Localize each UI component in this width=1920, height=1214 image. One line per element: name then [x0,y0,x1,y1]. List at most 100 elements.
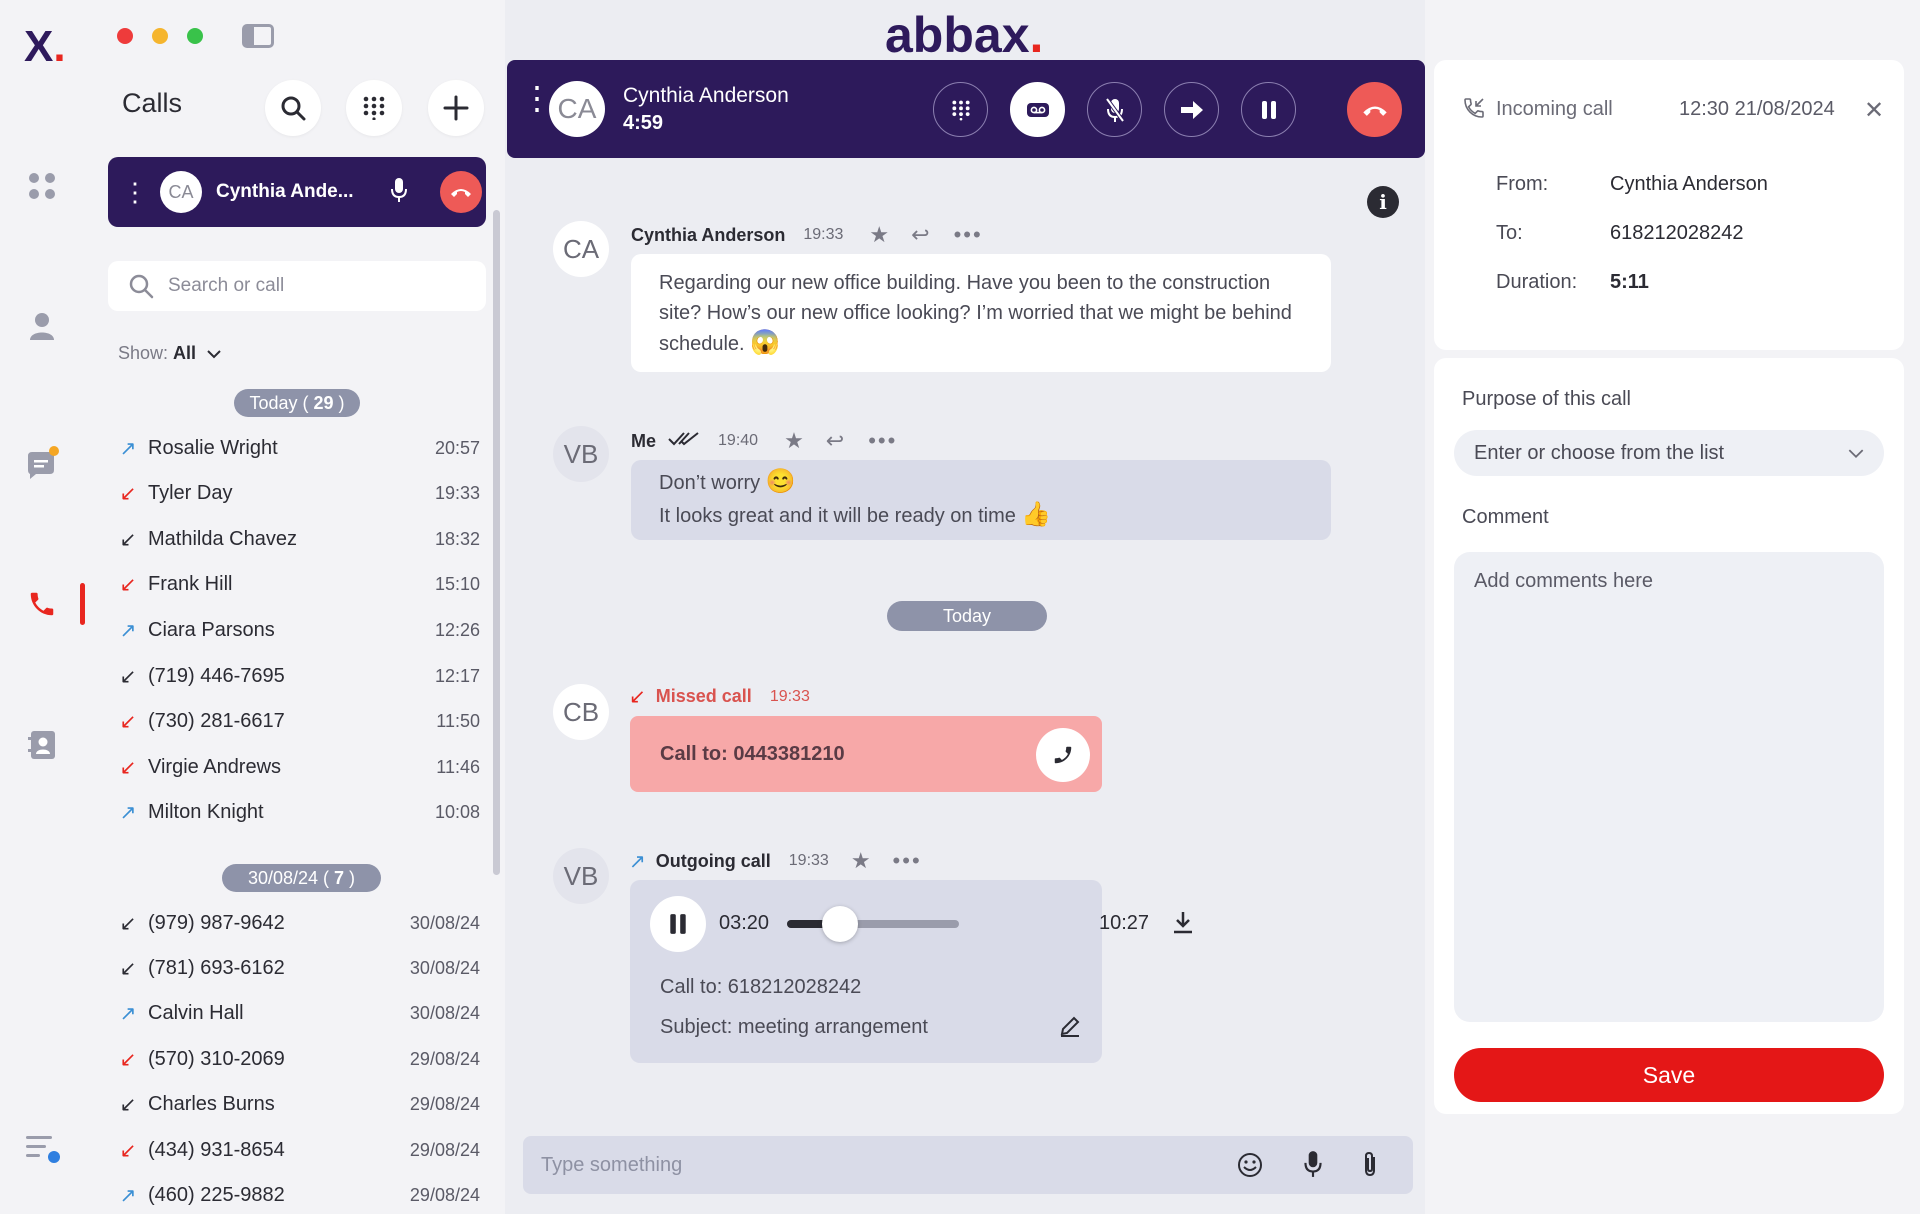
save-button[interactable]: Save [1454,1048,1884,1102]
duration-value: 5:11 [1610,271,1649,293]
call-list-item[interactable]: ↗ Rosalie Wright 20:57 [108,428,480,468]
message-header: Me 19:40 ★ ↩ ••• [631,428,897,454]
call-contact-name: (434) 931-8654 [148,1138,285,1161]
incoming-call-icon: ↙ [119,912,137,935]
kebab-menu-icon[interactable]: ⋮ [521,82,553,114]
message-input[interactable] [541,1153,1221,1177]
calls-scrollbar[interactable] [493,210,500,875]
call-contact-name: (730) 281-6617 [148,710,285,733]
sidebar-toggle-icon[interactable] [242,24,274,48]
call-list-item[interactable]: ↙ (730) 281-6617 11:50 [108,702,480,742]
missed-call-icon: ↙ [119,1139,137,1162]
star-icon[interactable]: ★ [869,222,889,248]
window-close-dot[interactable] [117,28,133,44]
microphone-icon[interactable] [390,177,408,208]
call-contact-name: (570) 310-2069 [148,1047,285,1070]
edit-icon[interactable] [1058,1014,1082,1043]
call-list-item[interactable]: ↗ (460) 225-9882 29/08/24 [108,1175,480,1214]
star-icon[interactable]: ★ [851,848,871,874]
keypad-button[interactable] [933,82,988,137]
microphone-icon[interactable] [1303,1150,1323,1183]
avatar: CA [553,221,609,277]
call-list-item[interactable]: ↙ Mathilda Chavez 18:32 [108,519,480,559]
phone-icon[interactable] [22,584,62,624]
day-divider: Today [887,601,1047,631]
thumbs-up-emoji: 👍 [1021,501,1052,528]
call-contact-name: (460) 225-9882 [148,1183,285,1206]
mute-button[interactable] [1087,82,1142,137]
playback-thumb[interactable] [822,906,859,942]
playback-slider[interactable] [787,906,959,942]
call-list-item[interactable]: ↗ Ciara Parsons 12:26 [108,610,480,650]
call-time: 11:46 [436,756,480,777]
hold-button[interactable] [1241,82,1296,137]
add-call-button[interactable] [428,80,484,136]
more-options-icon[interactable]: ••• [868,428,897,454]
apps-grid-icon[interactable] [22,166,62,206]
incoming-call-icon: ↙ [119,528,137,551]
scared-emoji: 😱 [750,329,781,356]
call-contact-name: (781) 693-6162 [148,956,285,979]
window-minimize-dot[interactable] [152,28,168,44]
call-list-item[interactable]: ↙ Frank Hill 15:10 [108,565,480,605]
outgoing-call-icon: ↗ [119,802,137,825]
more-options-icon[interactable]: ••• [893,848,922,874]
show-filter[interactable]: Show: All [118,343,221,364]
voicemail-icon [1026,102,1049,117]
search-input[interactable] [168,275,468,297]
contacts-book-icon[interactable] [22,725,62,765]
call-list-item[interactable]: ↙ (719) 446-7695 12:17 [108,656,480,696]
search-button[interactable] [265,80,321,136]
calls-title: Calls [122,88,183,118]
end-call-button[interactable] [1347,82,1402,137]
call-list-item[interactable]: ↗ Calvin Hall 30/08/24 [108,994,480,1034]
pause-button[interactable] [650,896,706,952]
hangup-icon [451,189,471,197]
kebab-menu-icon[interactable]: ⋮ [122,179,148,205]
voicemail-button[interactable] [1010,82,1065,137]
attachment-icon[interactable] [1361,1150,1379,1183]
search-icon [281,96,306,121]
close-icon[interactable]: ✕ [1864,96,1884,125]
call-list-item[interactable]: ↙ Charles Burns 29/08/24 [108,1085,480,1125]
chevron-down-icon [1848,442,1864,465]
call-list-item[interactable]: ↗ Milton Knight 10:08 [108,793,480,833]
avatar: VB [553,426,609,482]
call-list-item[interactable]: ↙ (434) 931-8654 29/08/24 [108,1130,480,1170]
active-call-card[interactable]: ⋮ CA Cynthia Ande... [108,157,486,227]
playback-elapsed: 03:20 [719,912,770,934]
transfer-button[interactable] [1164,82,1219,137]
window-maximize-dot[interactable] [187,28,203,44]
download-icon[interactable] [1172,910,1194,939]
emoji-icon[interactable] [1237,1152,1263,1183]
reply-icon[interactable]: ↩ [826,428,844,454]
outgoing-call-header: ↗ Outgoing call 19:33 ★ ••• [629,848,922,874]
call-list-item[interactable]: ↙ Tyler Day 19:33 [108,474,480,514]
active-nav-indicator [80,583,85,625]
more-options-icon[interactable]: ••• [954,222,983,248]
call-contact-name: Milton Knight [148,801,264,824]
call-contact-name: Charles Burns [148,1093,275,1116]
outgoing-call-card: 03:20 10:27 Call to: 618212028242 Subjec… [630,880,1192,1063]
info-icon[interactable]: i [1367,186,1399,218]
reply-icon[interactable]: ↩ [911,222,929,248]
search-icon [129,274,154,299]
hangup-button[interactable] [440,171,482,213]
call-time: 29/08/24 [409,1048,480,1069]
search-field[interactable] [108,261,486,311]
star-icon[interactable]: ★ [784,428,804,454]
call-list-item[interactable]: ↙ Virgie Andrews 11:46 [108,747,480,787]
missed-call-label: Missed call [655,686,752,706]
call-back-button[interactable] [1036,728,1090,782]
call-time: 12:17 [434,665,480,686]
call-list-item[interactable]: ↙ (781) 693-6162 30/08/24 [108,948,480,988]
menu-notification-icon[interactable] [22,1128,62,1168]
call-list-item[interactable]: ↙ (979) 987-9642 30/08/24 [108,903,480,943]
purpose-select[interactable]: Enter or choose from the list [1454,430,1884,476]
chat-bubble-icon[interactable] [22,444,62,484]
missed-call-icon: ↙ [119,1048,137,1071]
call-list-item[interactable]: ↙ (570) 310-2069 29/08/24 [108,1039,480,1079]
comment-field[interactable] [1454,552,1884,1022]
dialpad-button[interactable] [346,80,402,136]
user-icon[interactable] [22,306,62,346]
